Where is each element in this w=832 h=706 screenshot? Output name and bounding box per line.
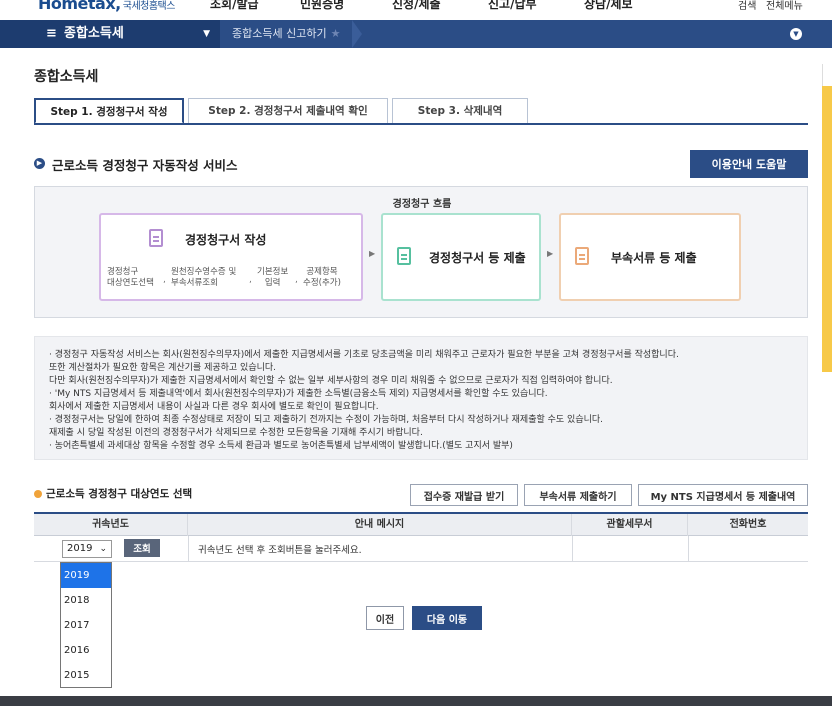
- table-row: 2019 ⌄ 조회 귀속년도 선택 후 조회버튼을 눌러주세요.: [34, 536, 808, 562]
- top-menu-certificate[interactable]: 민원증명: [300, 0, 344, 12]
- top-header: Hometax, 국세청홈택스 조회/발급 민원증명 신청/제출 신고/납부 상담…: [0, 0, 832, 16]
- notice-line: · 경정청구서는 당일에 한하여 최종 수정상태로 저장이 되고 제출하기 전까…: [49, 415, 604, 425]
- all-menu-link[interactable]: 전체메뉴: [766, 0, 803, 12]
- flow-arrow-icon: ▶: [369, 249, 376, 258]
- flow-step-write: 경정청구서 작성 경정청구 대상연도선택 , 원천징수영수증 및 부속서류조회 , …: [99, 213, 363, 301]
- step-submit-label: 경정청구서 등 제출: [429, 251, 526, 265]
- next-button[interactable]: 다음 이동: [412, 606, 482, 630]
- chevron-down-icon: ⌄: [99, 544, 107, 554]
- section-title: 근로소득 경정청구 자동작성 서비스: [52, 158, 238, 173]
- section-arrow-icon: ▶: [34, 158, 45, 169]
- sub-step-receipt: 원천징수영수증 및 부속서류조회: [171, 267, 237, 288]
- caret-down-icon: ▼: [203, 29, 210, 39]
- side-banner-top: [822, 64, 832, 86]
- search-link[interactable]: 검색: [738, 0, 756, 12]
- help-button[interactable]: 이용안내 도움말: [690, 150, 808, 178]
- sub-step-separator: ,: [295, 275, 298, 285]
- nav-menu-label: 종합소득세: [64, 26, 124, 41]
- cell-divider: [572, 536, 573, 562]
- sub-step-deduction: 공제항목 수정(추가): [303, 267, 341, 288]
- sub-step-separator: ,: [163, 275, 166, 285]
- cell-divider: [688, 536, 689, 562]
- side-banner[interactable]: [822, 64, 832, 372]
- notice-line: 회사에서 제출한 지급명세서 내용이 사실과 다른 경우 회사에 별도로 확인이…: [49, 402, 379, 412]
- top-menu-application[interactable]: 신청/제출: [392, 0, 441, 12]
- col-phone: 전화번호: [729, 519, 767, 530]
- my-nts-history-button[interactable]: My NTS 지급명세서 등 제출내역: [638, 484, 808, 506]
- year-option-2019[interactable]: 2019: [61, 563, 111, 588]
- year-option-2015[interactable]: 2015: [61, 663, 111, 688]
- page-title: 종합소득세: [34, 69, 99, 85]
- notice-line: · 'My NTS 지급명세서 등 제출내역'에서 회사(원천징수의무자)가 제…: [49, 389, 548, 399]
- prev-button[interactable]: 이전: [366, 606, 404, 630]
- table-header: 귀속년도 안내 메시지 관할세무서 전화번호: [34, 512, 808, 536]
- step-attach-label: 부속서류 등 제출: [611, 251, 697, 265]
- top-menu-filing[interactable]: 신고/납부: [488, 0, 537, 12]
- bullet-icon: [34, 490, 42, 498]
- notice-line: · 농어촌특별세 과세대상 항목을 수정할 경우 소득세 환급과 별도로 농어촌…: [49, 441, 513, 451]
- notice-line: 다만 회사(원천징수의무자)가 제출한 지급명세서에서 확인할 수 없는 일부 …: [49, 376, 613, 386]
- sub-step-year: 경정청구 대상연도선택: [107, 267, 154, 288]
- favorite-star-icon[interactable]: ★: [331, 27, 341, 40]
- tab-step3[interactable]: Step 3. 삭제내역: [392, 98, 528, 124]
- top-menu-consult[interactable]: 상담/제보: [584, 0, 633, 12]
- year-option-2017[interactable]: 2017: [61, 613, 111, 638]
- year-section-title: 근로소득 경정청구 대상연도 선택: [46, 488, 193, 500]
- hometax-logo[interactable]: Hometax, 국세청홈택스: [38, 0, 175, 13]
- sub-step-basic: 기본정보 입력: [257, 267, 289, 288]
- hamburger-icon: ≡: [46, 26, 57, 41]
- breadcrumb-arrow: [352, 20, 362, 48]
- footer-bar: [0, 696, 832, 706]
- document-icon: [149, 229, 163, 247]
- guide-message: 귀속년도 선택 후 조회버튼을 눌러주세요.: [198, 545, 362, 556]
- cell-divider: [188, 536, 189, 562]
- col-message: 안내 메시지: [188, 514, 572, 536]
- breadcrumb-label: 종합소득세 신고하기: [232, 27, 327, 40]
- document-icon: [397, 247, 411, 265]
- flow-title: 경정청구 흐름: [392, 199, 452, 210]
- nav-toggle-icon[interactable]: ▼: [790, 28, 802, 40]
- nav-menu-dropdown[interactable]: ≡ 종합소득세 ▼: [0, 20, 220, 48]
- year-select-value: 2019: [67, 543, 93, 554]
- flow-step-submit: 경정청구서 등 제출: [381, 213, 541, 301]
- submit-attachments-button[interactable]: 부속서류 제출하기: [524, 484, 632, 506]
- notice-line: · 경정청구 자동작성 서비스는 회사(원천징수의무자)에서 제출한 지급명세서…: [49, 350, 679, 360]
- document-icon: [575, 247, 589, 265]
- notice-line: 재제출 시 당일 작성된 이전의 경정청구서가 삭제되므로 수정한 모든항목을 …: [49, 428, 423, 438]
- tabs-underline: [34, 123, 808, 125]
- sub-step-separator: ,: [249, 275, 252, 285]
- notice-line: 또한 계산절차가 필요한 항목은 계산기를 제공하고 있습니다.: [49, 363, 277, 373]
- year-select[interactable]: 2019 ⌄: [62, 540, 112, 558]
- col-year: 귀속년도: [34, 514, 188, 536]
- lookup-button[interactable]: 조회: [124, 539, 160, 557]
- nav-bar: ≡ 종합소득세 ▼ 종합소득세 신고하기 ★ ▼: [0, 20, 832, 48]
- reissue-receipt-button[interactable]: 접수증 재발급 받기: [410, 484, 518, 506]
- flow-arrow-icon: ▶: [547, 249, 554, 258]
- tab-step2[interactable]: Step 2. 경정청구서 제출내역 확인: [188, 98, 388, 124]
- tab-step1[interactable]: Step 1. 경정청구서 작성: [34, 98, 184, 124]
- year-dropdown-list: 2019 2018 2017 2016 2015: [60, 562, 112, 688]
- flow-diagram: 경정청구 흐름 경정청구서 작성 경정청구 대상연도선택 , 원천징수영수증 및부…: [34, 186, 808, 318]
- col-tax-office: 관할세무서: [572, 514, 688, 536]
- year-option-2018[interactable]: 2018: [61, 588, 111, 613]
- breadcrumb[interactable]: 종합소득세 신고하기 ★: [232, 20, 340, 48]
- notice-box: · 경정청구 자동작성 서비스는 회사(원천징수의무자)에서 제출한 지급명세서…: [34, 336, 808, 460]
- flow-step-attach: 부속서류 등 제출: [559, 213, 741, 301]
- step-write-label: 경정청구서 작성: [185, 233, 267, 247]
- top-menu-inquiry[interactable]: 조회/발급: [210, 0, 259, 12]
- year-option-2016[interactable]: 2016: [61, 638, 111, 663]
